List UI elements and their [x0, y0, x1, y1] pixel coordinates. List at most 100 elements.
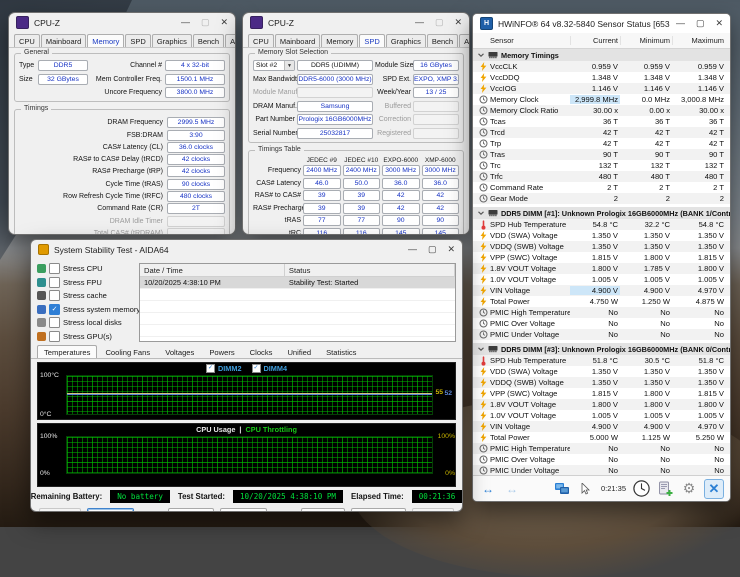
legend-checkbox[interactable]: ✓ [206, 364, 215, 373]
sensor-row-total-power[interactable]: Total Power4.750 W1.250 W4.875 W [473, 296, 730, 307]
sensor-row-tras[interactable]: Tras90 T90 T90 T [473, 149, 730, 160]
preferences-button[interactable]: Preferences [351, 508, 407, 513]
tab-bench[interactable]: Bench [427, 34, 458, 47]
sensor-row-vcciog[interactable]: VccIOG1.146 V1.146 V1.146 V [473, 83, 730, 94]
col-current[interactable]: Current [570, 36, 620, 45]
sensor-row-vin-voltage[interactable]: VIN Voltage4.900 V4.900 V4.970 V [473, 421, 730, 432]
sensor-row-vdd-swa-voltage[interactable]: VDD (SWA) Voltage1.350 V1.350 V1.350 V [473, 366, 730, 377]
sensor-row-memory-clock[interactable]: Memory Clock2,999.8 MHz0.0 MHz3,000.8 MH… [473, 94, 730, 105]
sensor-row-tcas[interactable]: Tcas36 T36 T36 T [473, 116, 730, 127]
tab-mainboard[interactable]: Mainboard [275, 34, 320, 47]
sensor-row-spd-hub-temperature[interactable]: SPD Hub Temperature51.8 °C30.5 °C51.8 °C [473, 355, 730, 366]
sensor-row-vdd-swa-voltage[interactable]: VDD (SWA) Voltage1.350 V1.350 V1.350 V [473, 230, 730, 241]
tab-memory[interactable]: Memory [321, 34, 358, 47]
tab-spd[interactable]: SPD [359, 34, 384, 47]
tab-mainboard[interactable]: Mainboard [41, 34, 86, 47]
legend-checkbox[interactable]: ✓ [252, 364, 261, 373]
col-sensor[interactable]: Sensor [490, 36, 570, 45]
tab-powers[interactable]: Powers [202, 345, 241, 358]
sensor-row-1-8v-vout-voltage[interactable]: 1.8V VOUT Voltage1.800 V1.785 V1.800 V [473, 263, 730, 274]
maximize-button[interactable]: ▢ [201, 18, 210, 27]
minimize-button[interactable]: — [181, 18, 190, 27]
stop-button[interactable]: Stop [87, 508, 134, 513]
col-maximum[interactable]: Maximum [672, 36, 726, 45]
close-button[interactable]: ✕ [447, 245, 455, 254]
stress-option-stress-gpu-s[interactable]: Stress GPU(s) [37, 331, 133, 342]
sensor-row-pmic-under-voltage[interactable]: PMIC Under VoltageNoNoNo [473, 465, 730, 475]
close-button[interactable]: ✕ [220, 18, 228, 27]
stress-option-stress-cpu[interactable]: Stress CPU [37, 263, 133, 274]
maximize-button[interactable]: ▢ [428, 245, 437, 254]
slot-select-dropdown[interactable]: Slot #2 ▼ [253, 60, 295, 71]
section-header[interactable]: Memory Timings [473, 49, 730, 61]
sensor-row-vpp-swc-voltage[interactable]: VPP (SWC) Voltage1.815 V1.800 V1.815 V [473, 388, 730, 399]
minimize-button[interactable]: — [415, 18, 424, 27]
tab-bench[interactable]: Bench [193, 34, 224, 47]
log-row[interactable]: 10/20/2025 4:38:10 PMStability Test: Sta… [140, 277, 455, 289]
tab-about[interactable]: About [459, 34, 470, 47]
sensor-row-1-8v-vout-voltage[interactable]: 1.8V VOUT Voltage1.800 V1.800 V1.800 V [473, 399, 730, 410]
sensor-row-vin-voltage[interactable]: VIN Voltage4.900 V4.900 V4.970 V [473, 285, 730, 296]
stress-option-stress-cache[interactable]: Stress cache [37, 290, 133, 301]
tab-cpu[interactable]: CPU [248, 34, 274, 47]
maximize-button[interactable]: ▢ [696, 19, 705, 28]
tab-about[interactable]: About [225, 34, 236, 47]
dropdown-arrow-icon[interactable]: ▼ [284, 61, 294, 70]
sensor-row-trp[interactable]: Trp42 T42 T42 T [473, 138, 730, 149]
checkbox-stress-gpu-s[interactable] [49, 331, 60, 342]
sensor-row-vccddq[interactable]: VccDDQ1.348 V1.348 V1.348 V [473, 72, 730, 83]
remote-monitors-icon[interactable] [553, 480, 571, 498]
sensor-row-total-power[interactable]: Total Power5.000 W1.125 W5.250 W [473, 432, 730, 443]
tab-spd[interactable]: SPD [125, 34, 150, 47]
add-report-icon[interactable] [656, 480, 674, 498]
sensor-row-memory-clock-ratio[interactable]: Memory Clock Ratio30.00 x0.00 x30.00 x [473, 105, 730, 116]
sensor-row-vccclk[interactable]: VccCLK0.959 V0.959 V0.959 V [473, 61, 730, 72]
sensor-row-trcd[interactable]: Trcd42 T42 T42 T [473, 127, 730, 138]
checkbox-stress-cache[interactable] [49, 290, 60, 301]
tab-unified[interactable]: Unified [280, 345, 318, 358]
sensor-row-trfc[interactable]: Trfc480 T480 T480 T [473, 171, 730, 182]
sensor-row-spd-hub-temperature[interactable]: SPD Hub Temperature54.8 °C32.2 °C54.8 °C [473, 219, 730, 230]
legend-dimm4[interactable]: ✓DIMM4 [252, 364, 288, 373]
tab-graphics[interactable]: Graphics [152, 34, 192, 47]
checkbox-stress-cpu[interactable] [49, 263, 60, 274]
tab-cooling-fans[interactable]: Cooling Fans [98, 345, 157, 358]
save-button[interactable]: Save [220, 508, 267, 513]
log-col-status[interactable]: Status [285, 264, 455, 276]
legend-dimm2[interactable]: ✓DIMM2 [206, 364, 242, 373]
close-button[interactable]: ✕ [454, 18, 462, 27]
sensor-row-command-rate[interactable]: Command Rate2 T2 T2 T [473, 182, 730, 193]
sensor-row-pmic-high-temperature[interactable]: PMIC High TemperatureNoNoNo [473, 443, 730, 454]
tab-voltages[interactable]: Voltages [158, 345, 201, 358]
tab-cpu[interactable]: CPU [14, 34, 40, 47]
sensor-row-pmic-high-temperature[interactable]: PMIC High TemperatureNoNoNo [473, 307, 730, 318]
minimize-button[interactable]: — [408, 245, 417, 254]
tab-statistics[interactable]: Statistics [319, 345, 363, 358]
stress-option-stress-local-disks[interactable]: Stress local disks [37, 317, 133, 328]
tab-graphics[interactable]: Graphics [386, 34, 426, 47]
tab-clocks[interactable]: Clocks [243, 345, 280, 358]
sensor-row-vpp-swc-voltage[interactable]: VPP (SWC) Voltage1.815 V1.800 V1.815 V [473, 252, 730, 263]
nav-arrows-dim-icon[interactable]: ↔ [503, 480, 521, 498]
minimize-button[interactable]: — [676, 19, 685, 28]
cpuid-button[interactable]: CPUID [301, 508, 344, 513]
sensor-row-pmic-over-voltage[interactable]: PMIC Over VoltageNoNoNo [473, 318, 730, 329]
maximize-button[interactable]: ▢ [435, 18, 444, 27]
nav-arrows-icon[interactable]: ↔ [479, 480, 497, 498]
tab-memory[interactable]: Memory [87, 34, 124, 47]
close-button[interactable]: ✕ [715, 19, 723, 28]
close-x-icon[interactable]: ✕ [704, 479, 724, 499]
section-header[interactable]: DDR5 DIMM [#3]: Unknown Prologix 16GB600… [473, 343, 730, 355]
section-header[interactable]: DDR5 DIMM [#1]: Unknown Prologix 16GB600… [473, 207, 730, 219]
log-col-datetime[interactable]: Date / Time [140, 264, 285, 276]
sensor-row-gear-mode[interactable]: Gear Mode222 [473, 193, 730, 204]
clock-icon[interactable] [632, 480, 650, 498]
checkbox-stress-local-disks[interactable] [49, 317, 60, 328]
sensor-row-pmic-over-voltage[interactable]: PMIC Over VoltageNoNoNo [473, 454, 730, 465]
clear-button[interactable]: Clear [168, 508, 215, 513]
sensor-row-vddq-swb-voltage[interactable]: VDDQ (SWB) Voltage1.350 V1.350 V1.350 V [473, 241, 730, 252]
sensor-row-pmic-under-voltage[interactable]: PMIC Under VoltageNoNoNo [473, 329, 730, 340]
sensor-row-1-0v-vout-voltage[interactable]: 1.0V VOUT Voltage1.005 V1.005 V1.005 V [473, 274, 730, 285]
checkbox-stress-fpu[interactable] [49, 277, 60, 288]
sensor-row-1-0v-vout-voltage[interactable]: 1.0V VOUT Voltage1.005 V1.005 V1.005 V [473, 410, 730, 421]
